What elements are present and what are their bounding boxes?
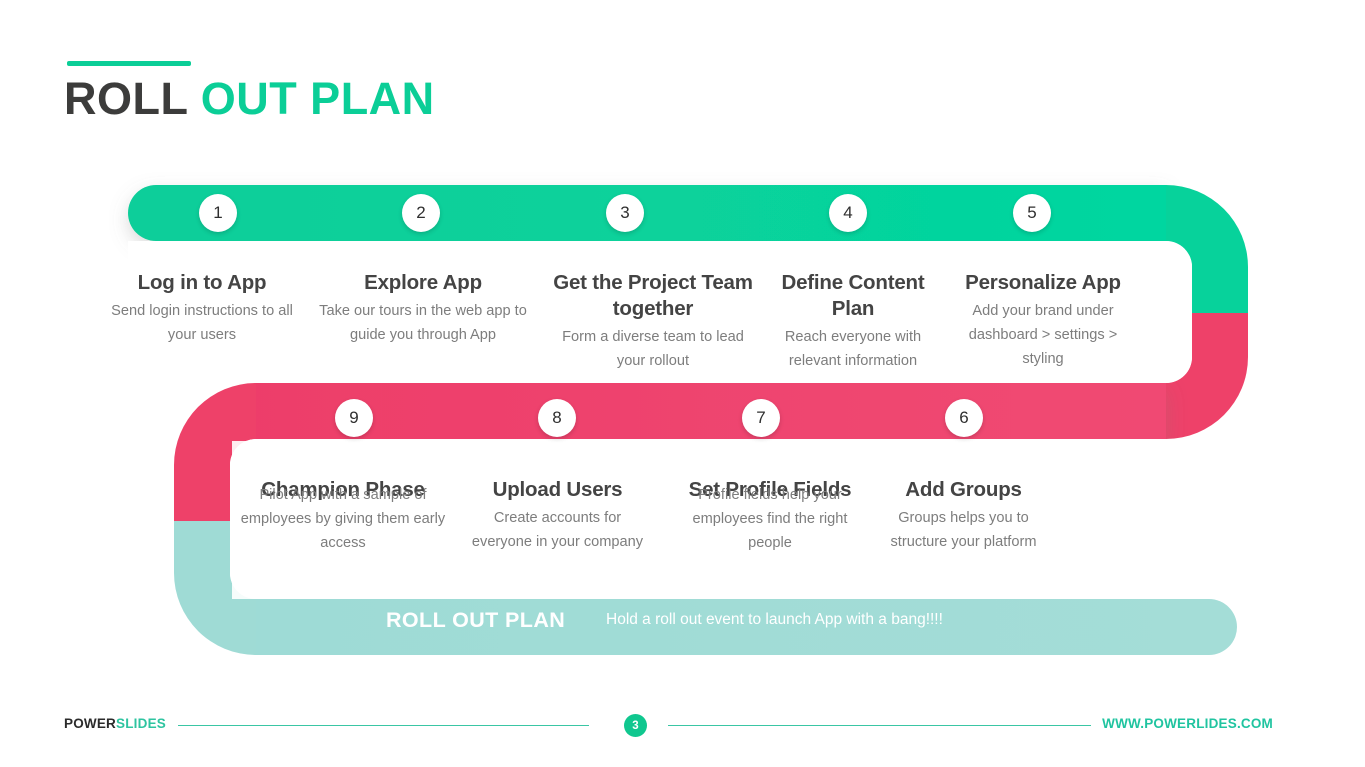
- step-title-4: Define Content Plan: [781, 271, 925, 321]
- step-item-7: Set Profile Fields Profile fields help y…: [670, 477, 870, 556]
- step-desc-5: Add your brand under dashboard > setting…: [968, 303, 1118, 368]
- step-item-3: Get the Project Team together Form a div…: [553, 270, 753, 374]
- step-bubble-1[interactable]: 1: [199, 194, 237, 232]
- footer-logo-accent: SLIDES: [116, 716, 166, 731]
- step-number-9: 9: [349, 408, 359, 427]
- step-item-8: Upload Users Create accounts for everyon…: [470, 477, 645, 554]
- step-bubble-4[interactable]: 4: [829, 194, 867, 232]
- step-title-2: Explore App: [364, 271, 482, 294]
- step-item-4: Define Content Plan Reach everyone with …: [778, 270, 928, 374]
- step-number-8: 8: [552, 408, 562, 427]
- step-number-1: 1: [213, 203, 223, 222]
- step-number-6: 6: [959, 408, 969, 427]
- step-number-4: 4: [843, 203, 853, 222]
- step-bubble-8[interactable]: 8: [538, 399, 576, 437]
- step-desc-3: Form a diverse team to lead your rollout: [562, 329, 744, 370]
- footer-divider-right: [668, 725, 1091, 726]
- page-number-badge: 3: [624, 714, 647, 737]
- step-title-5: Personalize App: [965, 271, 1121, 294]
- step-bubble-2[interactable]: 2: [402, 194, 440, 232]
- step-desc-7: Profile fields help your employees find …: [692, 487, 848, 552]
- step-bubble-9[interactable]: 9: [335, 399, 373, 437]
- page-number: 3: [632, 719, 639, 732]
- footer-logo-dark: POWER: [64, 716, 117, 731]
- step-title-8: Upload Users: [492, 478, 623, 501]
- step-item-2: Explore App Take our tours in the web ap…: [305, 270, 541, 347]
- step-bubble-6[interactable]: 6: [945, 399, 983, 437]
- footer-divider-left: [178, 725, 589, 726]
- step-desc-8: Create accounts for everyone in your com…: [471, 510, 644, 551]
- step-number-3: 3: [620, 203, 630, 222]
- step-desc-6: Groups helps you to structure your platf…: [890, 510, 1037, 551]
- step-number-2: 2: [416, 203, 426, 222]
- roadmap-flow: 1 2 3 4 5 9 8 7 6 Log in to App Send log…: [0, 0, 1365, 700]
- step-bubble-5[interactable]: 5: [1013, 194, 1051, 232]
- banner-subtitle: Hold a roll out event to launch App with…: [606, 611, 943, 628]
- step-desc-1: Send login instructions to all your user…: [111, 303, 293, 344]
- step-desc-9: Pilot App with a sample of employees by …: [240, 487, 446, 552]
- step-bubble-3[interactable]: 3: [606, 194, 644, 232]
- step-desc-4: Reach everyone with relevant information: [784, 329, 922, 370]
- step-item-6: Add Groups Groups helps you to structure…: [883, 477, 1044, 554]
- footer-logo: POWERSLIDES: [64, 716, 166, 731]
- slide-root: ROLL OUT PLAN 1 2 3 4 5 9 8 7 6 Log in t…: [0, 0, 1365, 767]
- ribbon-row-green: [128, 185, 1166, 241]
- step-number-5: 5: [1027, 203, 1037, 222]
- step-item-1: Log in to App Send login instructions to…: [104, 270, 300, 347]
- step-desc-2: Take our tours in the web app to guide y…: [319, 303, 527, 344]
- step-title-3: Get the Project Team together: [553, 271, 753, 321]
- footer-url[interactable]: WWW.POWERLIDES.COM: [1102, 716, 1273, 731]
- banner-title: ROLL OUT PLAN: [386, 608, 566, 632]
- step-number-7: 7: [756, 408, 766, 427]
- step-item-5: Personalize App Add your brand under das…: [949, 270, 1137, 372]
- ribbon-row-pink: [256, 383, 1166, 439]
- step-bubble-7[interactable]: 7: [742, 399, 780, 437]
- step-title-1: Log in to App: [137, 271, 267, 294]
- step-item-9: Champion Phase Pilot App with a sample o…: [238, 477, 448, 556]
- step-title-6: Add Groups: [905, 478, 1022, 501]
